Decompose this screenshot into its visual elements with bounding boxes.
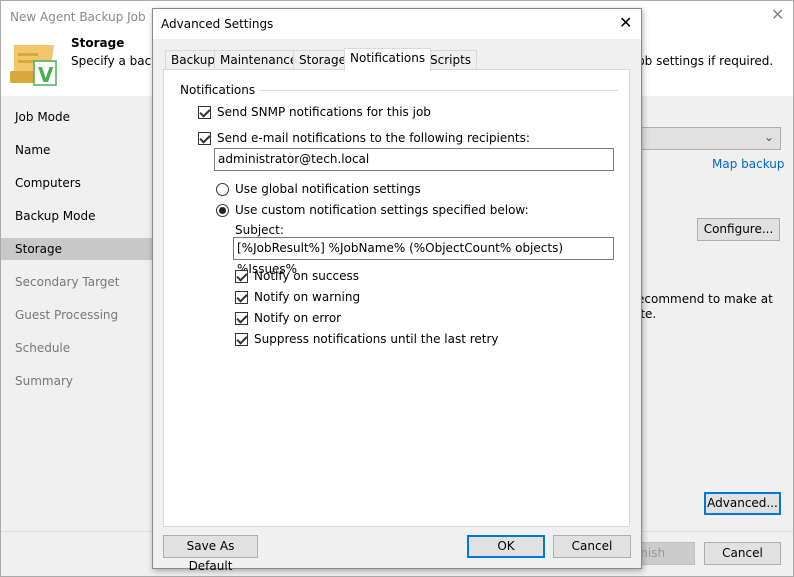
close-icon[interactable]: ✕: [619, 13, 632, 32]
step-name[interactable]: Name: [1, 139, 153, 161]
subject-label: Subject:: [235, 223, 284, 237]
tab-backup[interactable]: Backup: [165, 50, 221, 70]
tab-notifications[interactable]: Notifications: [344, 48, 432, 71]
step-storage[interactable]: Storage: [1, 238, 153, 260]
email-checkbox[interactable]: [198, 132, 211, 145]
notify-error-label: Notify on error: [254, 311, 342, 325]
subject-input[interactable]: [%JobResult%] %JobName% (%ObjectCount% o…: [233, 237, 614, 276]
advanced-button[interactable]: Advanced...: [704, 492, 781, 515]
configure-button[interactable]: Configure...: [697, 218, 780, 241]
step-summary[interactable]: Summary: [1, 370, 153, 392]
svg-text:V: V: [38, 63, 54, 87]
snmp-label: Send SNMP notifications for this job: [217, 105, 431, 119]
step-guest-processing[interactable]: Guest Processing: [1, 304, 153, 326]
tab-scripts[interactable]: Scripts: [424, 50, 478, 70]
notify-success-checkbox[interactable]: [235, 270, 248, 283]
step-backup-mode[interactable]: Backup Mode: [1, 205, 153, 227]
custom-settings-radio[interactable]: [216, 204, 229, 217]
recipients-input[interactable]: administrator@tech.local: [214, 148, 614, 171]
dialog-title: Advanced Settings: [161, 17, 274, 31]
cancel-button[interactable]: Cancel: [553, 535, 631, 558]
notify-warning-label: Notify on warning: [254, 290, 361, 304]
step-description-tail: job settings if required.: [634, 54, 774, 68]
custom-settings-label: Use custom notification settings specifi…: [235, 203, 529, 217]
group-divider: [260, 90, 618, 91]
save-as-default-button[interactable]: Save As Default: [163, 535, 258, 573]
step-secondary-target[interactable]: Secondary Target: [1, 271, 153, 293]
recommend-text-1: ecommend to make at: [637, 292, 773, 306]
snmp-checkbox[interactable]: [198, 106, 211, 119]
chevron-down-icon: ⌄: [763, 130, 774, 144]
suppress-checkbox[interactable]: [235, 333, 248, 346]
notifications-panel: Notifications Send SNMP notifications fo…: [163, 69, 630, 527]
repository-dropdown[interactable]: ⌄: [621, 127, 781, 150]
global-settings-label: Use global notification settings: [235, 182, 421, 196]
ok-button[interactable]: OK: [467, 535, 545, 558]
notify-success-label: Notify on success: [254, 269, 359, 283]
notifications-group-label: Notifications: [180, 83, 256, 97]
wizard-cancel-button[interactable]: Cancel: [704, 542, 781, 565]
notify-error-checkbox[interactable]: [235, 312, 248, 325]
step-computers[interactable]: Computers: [1, 172, 153, 194]
close-icon[interactable]: ✕: [771, 5, 784, 24]
step-title: Storage: [71, 36, 125, 50]
suppress-label: Suppress notifications until the last re…: [254, 332, 499, 346]
email-label: Send e-mail notifications to the followi…: [217, 131, 530, 145]
step-schedule[interactable]: Schedule: [1, 337, 153, 359]
wizard-steps: Job Mode Name Computers Backup Mode Stor…: [1, 96, 153, 533]
wizard-title: New Agent Backup Job: [10, 10, 146, 24]
step-job-mode[interactable]: Job Mode: [1, 106, 153, 128]
map-backup-link[interactable]: Map backup: [712, 157, 785, 171]
global-settings-radio[interactable]: [216, 183, 229, 196]
notify-warning-checkbox[interactable]: [235, 291, 248, 304]
tab-maintenance[interactable]: Maintenance: [214, 50, 304, 70]
advanced-settings-dialog: Advanced Settings ✕ Backup Maintenance S…: [152, 8, 642, 573]
storage-scroll-icon: V: [8, 41, 60, 91]
